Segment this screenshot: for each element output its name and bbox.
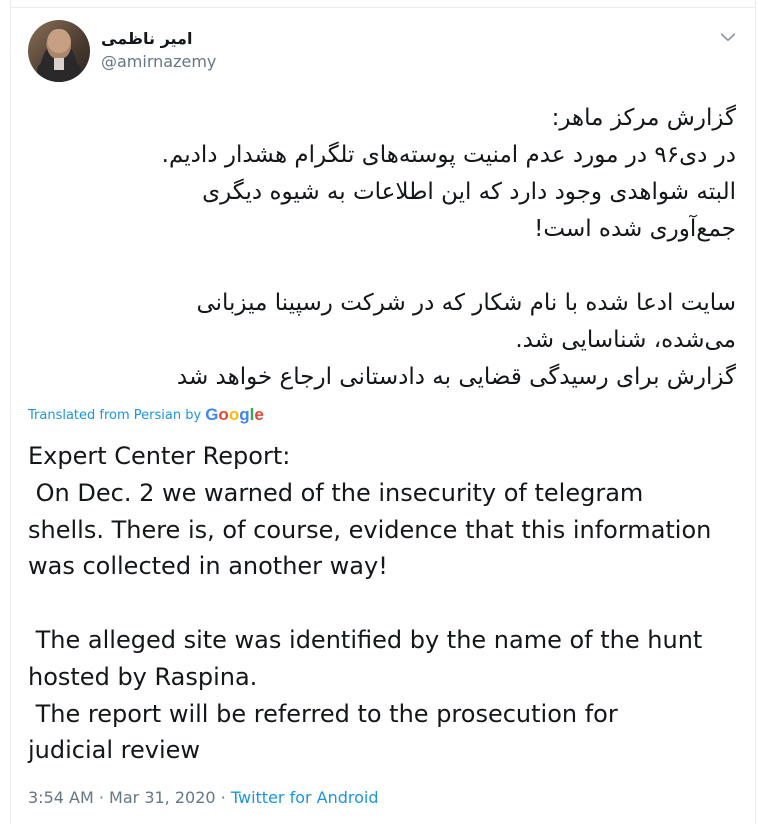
translation-attribution[interactable]: Translated from Persian by Google [28,405,264,425]
meta-separator: · [98,788,104,807]
google-logo: Google [205,405,264,424]
meta-separator: · [220,788,226,807]
author-name[interactable]: امیر ناظمی [101,29,192,48]
tweet-date[interactable]: Mar 31, 2020 [109,788,216,807]
author-handle[interactable]: @amirnazemy [101,52,216,71]
tweet-original-text: گزارش مرکز ماهر: در دی۹۶ در مورد عدم امن… [161,105,736,390]
tweet-source[interactable]: Twitter for Android [231,788,379,807]
tweet-metadata: 3:54 AM · Mar 31, 2020 · Twitter for And… [28,788,379,807]
avatar[interactable] [28,20,90,82]
chevron-down-icon[interactable] [717,26,739,48]
tweet-time[interactable]: 3:54 AM [28,788,94,807]
tweet-translation-text: Expert Center Report: On Dec. 2 we warne… [28,442,712,765]
divider [10,7,756,8]
translated-label: Translated from Persian by [28,407,202,423]
